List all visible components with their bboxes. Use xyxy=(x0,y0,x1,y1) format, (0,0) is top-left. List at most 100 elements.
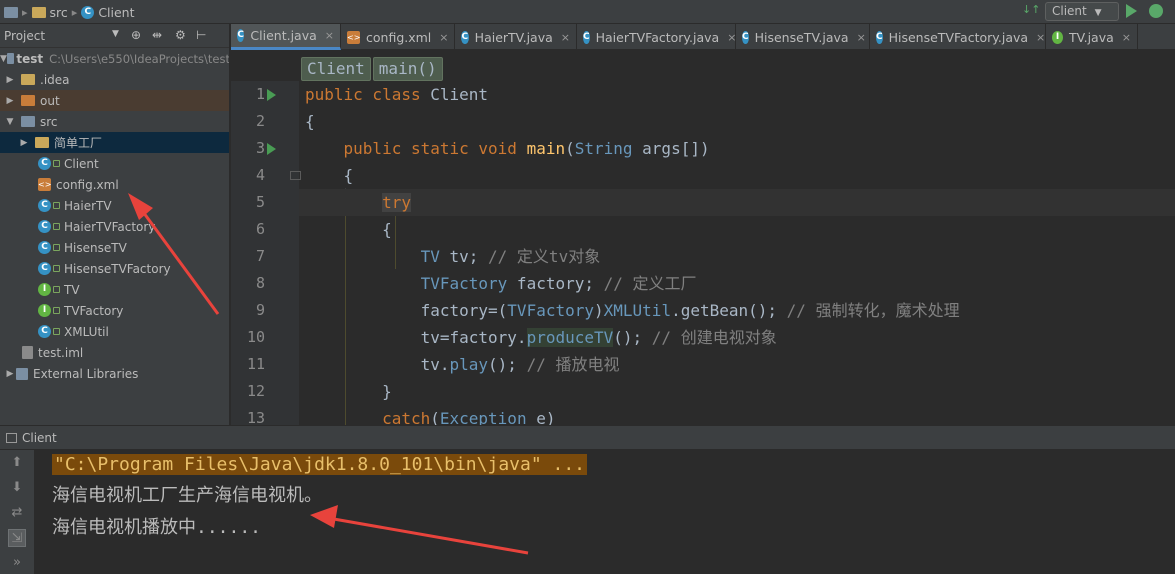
lock-icon xyxy=(53,223,60,230)
close-icon[interactable]: × xyxy=(857,31,866,44)
tree-item-hisensetv[interactable]: C HisenseTV xyxy=(0,237,229,258)
code-line: { xyxy=(305,112,315,131)
gear-icon[interactable]: ⚙ xyxy=(175,28,186,42)
tab-tv-java[interactable]: I TV.java × xyxy=(1046,24,1138,50)
tree-item-label: TV xyxy=(64,282,80,297)
tree-item-label: TVFactory xyxy=(64,303,124,318)
tree-item-haiertv[interactable]: C HaierTV xyxy=(0,195,229,216)
tree-item-external-libraries[interactable]: ▶ External Libraries xyxy=(0,363,229,384)
iml-file-icon xyxy=(22,346,33,359)
tree-item-tv[interactable]: I TV xyxy=(0,279,229,300)
run-gutter-icon[interactable] xyxy=(267,143,276,155)
run-gutter-icon[interactable] xyxy=(267,89,276,101)
project-panel-title[interactable]: Project xyxy=(4,29,45,43)
tree-item-client[interactable]: C Client xyxy=(0,153,229,174)
tree-item-config-xml[interactable]: <> config.xml xyxy=(0,174,229,195)
code-line: public static void main(String args[]) xyxy=(343,139,710,158)
sort-icon[interactable]: ↓↑ xyxy=(1022,3,1040,16)
line-number: 13 xyxy=(246,409,265,425)
run-configuration-select[interactable]: Client ▼ xyxy=(1045,2,1119,21)
code-editor[interactable]: Client main() 1 2 3 4 5 6 7 8 9 10 11 12… xyxy=(231,51,1175,425)
breadcrumb[interactable]: ▸ src ▸ C Client xyxy=(4,3,135,21)
console-output[interactable]: "C:\Program Files\Java\jdk1.8.0_101\bin\… xyxy=(34,450,1175,574)
close-icon[interactable]: × xyxy=(1036,31,1045,44)
source-folder-icon xyxy=(21,116,35,127)
collapse-arrow-icon[interactable]: ▶ xyxy=(4,369,16,379)
collapse-arrow-icon[interactable]: ▶ xyxy=(18,138,30,148)
lock-icon xyxy=(53,202,60,209)
tab-label: config.xml xyxy=(366,29,432,45)
close-icon[interactable]: × xyxy=(561,31,570,44)
folder-icon xyxy=(21,74,35,85)
arrow-down-icon[interactable]: ⬇ xyxy=(8,479,26,497)
code-line: TVFactory factory; // 定义工厂 xyxy=(420,274,697,293)
soft-wrap-icon[interactable]: ⇄ xyxy=(8,504,26,522)
interface-icon: I xyxy=(1052,30,1064,44)
breadcrumb-method[interactable]: main() xyxy=(372,57,443,81)
lock-icon xyxy=(53,328,60,335)
project-panel: Project ▼ ⊕ ⇹ ⚙ ⊢ ▼ test C:\Users\e550\I… xyxy=(0,24,230,425)
tree-item-src[interactable]: ▼ src xyxy=(0,111,229,132)
code-line: tv=factory.produceTV(); // 创建电视对象 xyxy=(305,328,777,347)
run-panel-title[interactable]: Client xyxy=(22,431,57,445)
line-number: 2 xyxy=(255,112,265,130)
tree-item-package[interactable]: ▶ 简单工厂 xyxy=(0,132,229,153)
class-icon: C xyxy=(38,157,51,170)
tab-hisensetv-java[interactable]: C HisenseTV.java × xyxy=(736,24,870,50)
hide-icon[interactable]: ⊢ xyxy=(196,28,206,42)
chevron-down-icon[interactable]: ▼ xyxy=(112,29,119,39)
tree-item-test-iml[interactable]: test.iml xyxy=(0,342,229,363)
tab-client-java[interactable]: C Client.java × xyxy=(231,24,341,50)
class-icon: C xyxy=(742,30,749,44)
class-icon: C xyxy=(461,30,469,44)
run-icon[interactable] xyxy=(1126,4,1137,18)
breadcrumb-client[interactable]: Client xyxy=(98,5,134,20)
line-number: 1 xyxy=(255,85,265,103)
tree-item-haiertvfactory[interactable]: C HaierTVFactory xyxy=(0,216,229,237)
close-icon[interactable]: × xyxy=(325,29,334,42)
class-icon: C xyxy=(237,29,245,42)
arrow-up-icon[interactable]: ⬆ xyxy=(8,454,26,472)
tab-haiertvfactory-java[interactable]: C HaierTVFactory.java × xyxy=(577,24,736,50)
run-panel-toolbar: ⬆ ⬇ ⇄ ⇲ » xyxy=(0,450,34,574)
tab-config-xml[interactable]: <> config.xml × xyxy=(341,24,455,50)
class-icon: C xyxy=(38,241,51,254)
tree-item-test[interactable]: ▼ test C:\Users\e550\IdeaProjects\test xyxy=(0,48,229,69)
separator: ▸ xyxy=(71,5,78,19)
library-icon xyxy=(16,367,28,380)
tab-label: HisenseTVFactory.java xyxy=(888,29,1029,45)
collapse-icon[interactable]: ⇹ xyxy=(152,28,162,42)
tree-item-xmlutil[interactable]: C XMLUtil xyxy=(0,321,229,342)
run-configuration-label: Client xyxy=(1052,4,1087,18)
interface-icon: I xyxy=(38,283,51,296)
code-line: { xyxy=(305,166,354,185)
more-icon[interactable]: » xyxy=(8,554,26,572)
editor-gutter: 1 2 3 4 5 6 7 8 9 10 11 12 13 xyxy=(231,81,301,425)
code-line: { xyxy=(305,220,392,239)
xml-file-icon: <> xyxy=(38,178,52,191)
collapse-arrow-icon[interactable]: ▶ xyxy=(4,75,16,85)
breadcrumb-src[interactable]: src xyxy=(50,5,68,20)
expand-arrow-icon[interactable]: ▼ xyxy=(0,54,7,64)
close-icon[interactable]: × xyxy=(1122,31,1131,44)
close-icon[interactable]: × xyxy=(439,31,448,44)
tab-hisensetvfactory-java[interactable]: C HisenseTVFactory.java × xyxy=(870,24,1046,50)
scroll-to-end-icon[interactable]: ⇲ xyxy=(8,529,26,547)
debug-icon[interactable] xyxy=(1149,4,1163,18)
tree-item-idea[interactable]: ▶ .idea xyxy=(0,69,229,90)
line-number: 4 xyxy=(255,166,265,184)
breadcrumb-class[interactable]: Client xyxy=(301,57,371,81)
collapse-arrow-icon[interactable]: ▶ xyxy=(4,96,16,106)
sync-icon[interactable]: ⊕ xyxy=(131,28,141,42)
tab-label: HaierTV.java xyxy=(474,29,553,45)
tree-item-label: External Libraries xyxy=(33,366,139,381)
lock-icon xyxy=(53,160,60,167)
class-icon: C xyxy=(583,30,590,44)
tree-item-tvfactory[interactable]: I TVFactory xyxy=(0,300,229,321)
tree-item-out[interactable]: ▶ out xyxy=(0,90,229,111)
tree-item-hisensetvfactory[interactable]: C HisenseTVFactory xyxy=(0,258,229,279)
expand-arrow-icon[interactable]: ▼ xyxy=(4,117,16,127)
code-line-current: try xyxy=(299,189,1175,216)
tab-haiertv-java[interactable]: C HaierTV.java × xyxy=(455,24,577,50)
editor-breadcrumb: Client main() xyxy=(301,57,443,81)
